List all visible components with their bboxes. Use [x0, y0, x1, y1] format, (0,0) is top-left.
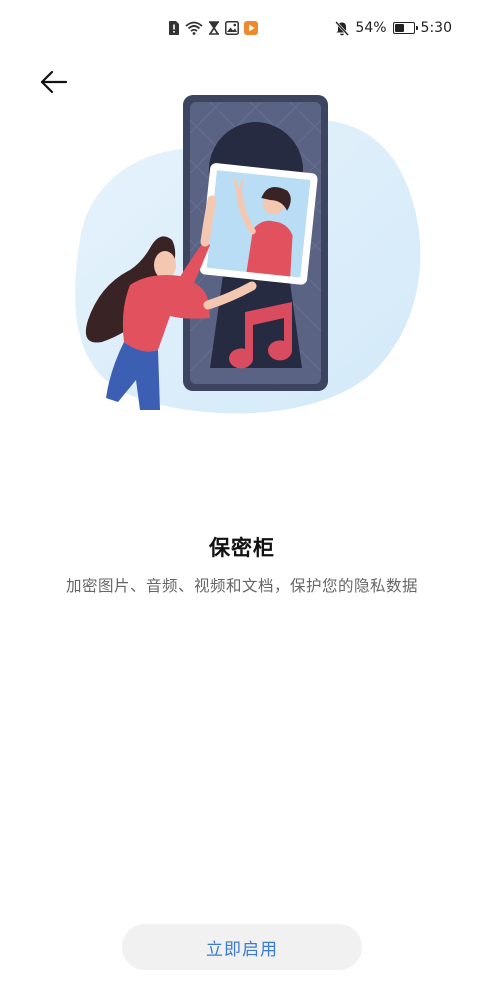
battery-icon	[392, 22, 418, 34]
alert-icon	[169, 21, 179, 35]
safe-illustration	[75, 95, 421, 414]
mute-icon	[335, 20, 350, 36]
image-icon	[225, 21, 239, 35]
battery-percent: 54%	[355, 20, 387, 36]
feature-title: 保密柜	[209, 536, 275, 560]
hourglass-icon	[209, 21, 219, 35]
photo-frame	[199, 163, 318, 285]
notification-icons	[168, 20, 258, 36]
enable-now-button[interactable]: 立即启用	[122, 924, 362, 970]
play-icon	[244, 21, 258, 35]
feature-description: 加密图片、音频、视频和文档，保护您的隐私数据	[65, 577, 418, 595]
wifi-icon	[185, 21, 203, 35]
battery-level	[394, 24, 404, 32]
status-bar: 54% 5:30	[0, 0, 484, 56]
system-status: 54% 5:30	[335, 18, 452, 38]
clock: 5:30	[420, 20, 452, 36]
